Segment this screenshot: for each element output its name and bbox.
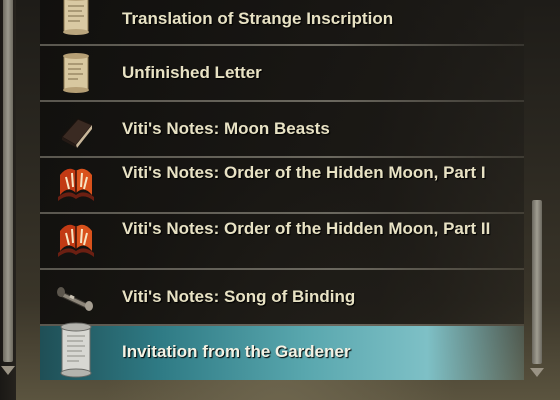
list-item[interactable]: Viti's Notes: Order of the Hidden Moon, …	[40, 214, 524, 268]
list-item-label: Viti's Notes: Song of Binding	[122, 287, 356, 306]
rolled-scroll-icon	[57, 287, 93, 311]
list-item[interactable]: Viti's Notes: Moon Beasts	[40, 102, 524, 156]
list-item-label: Translation of Strange Inscription	[122, 9, 394, 28]
scroll-icon	[63, 0, 89, 35]
open-book-icon	[58, 168, 94, 201]
right-scrollbar-thumb[interactable]	[532, 200, 542, 364]
list-item[interactable]: Translation of Strange Inscription	[40, 0, 524, 44]
scroll-down-arrow-icon[interactable]	[530, 368, 544, 377]
list-item[interactable]: Viti's Notes: Order of the Hidden Moon, …	[40, 158, 524, 212]
open-book-icon	[58, 224, 94, 257]
inventory-list: Translation of Strange Inscription Unfin…	[40, 0, 524, 382]
list-item-selected[interactable]: Invitation from the Gardener	[40, 322, 524, 380]
scroll-down-arrow-icon[interactable]	[1, 366, 15, 375]
book-icon	[61, 118, 93, 148]
list-item-label: Viti's Notes: Moon Beasts	[122, 119, 330, 138]
list-item-label: Invitation from the Gardener	[122, 342, 351, 361]
scroll-icon	[63, 53, 89, 93]
list-item-label: Viti's Notes: Order of the Hidden Moon, …	[122, 219, 491, 238]
parchment-scroll-icon	[60, 322, 92, 378]
list-item-label: Viti's Notes: Order of the Hidden Moon, …	[122, 163, 486, 182]
list-item[interactable]: Viti's Notes: Song of Binding	[40, 270, 524, 324]
left-scrollbar[interactable]	[0, 0, 16, 400]
list-item-label: Unfinished Letter	[122, 63, 262, 82]
left-scrollbar-thumb[interactable]	[3, 0, 13, 362]
list-item[interactable]: Unfinished Letter	[40, 46, 524, 100]
right-scrollbar[interactable]	[528, 0, 546, 400]
